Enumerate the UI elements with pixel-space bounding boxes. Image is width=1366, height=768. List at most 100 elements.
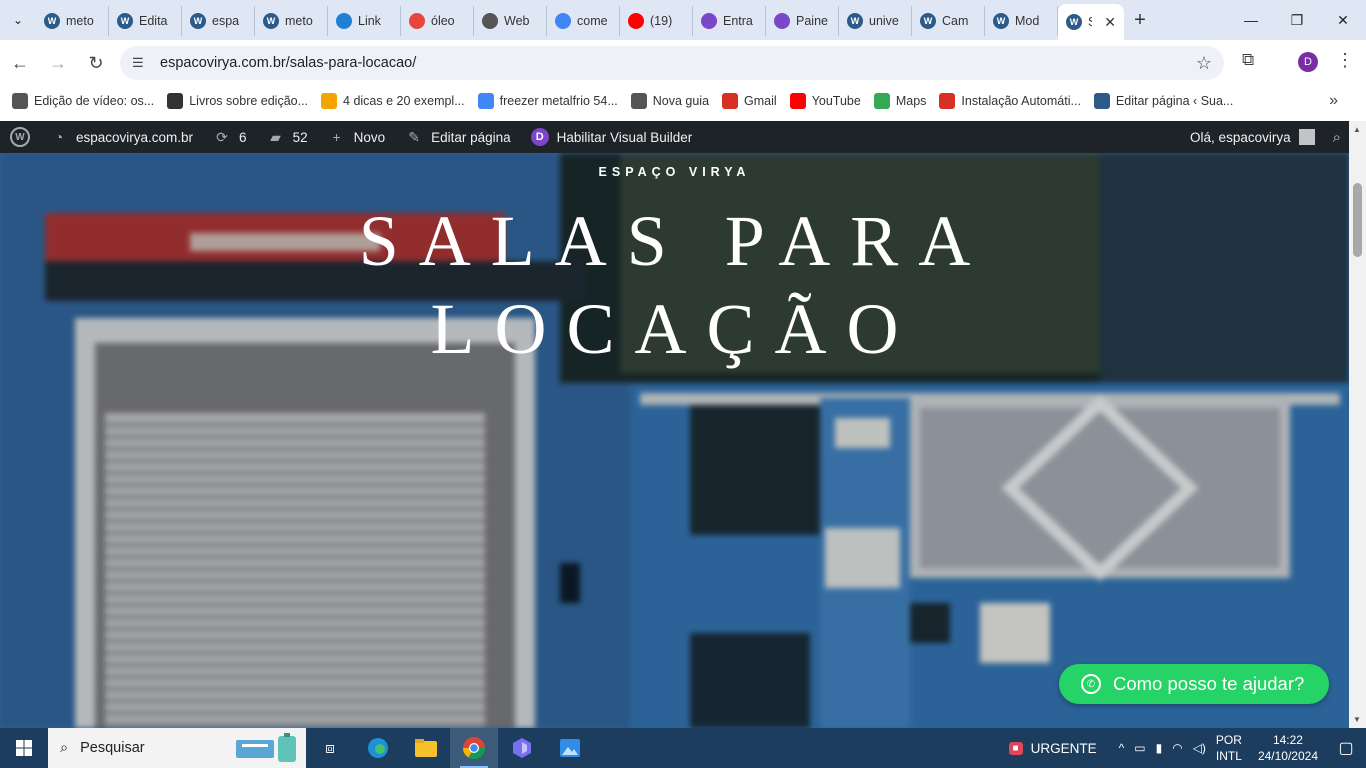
- news-widget[interactable]: ■ URGENTE: [1008, 741, 1097, 756]
- site-name-link[interactable]: ◔ espacovirya.com.br: [40, 121, 203, 153]
- tab-12[interactable]: W Cam: [912, 6, 985, 36]
- account-greeting[interactable]: Olá, espacovirya: [1190, 130, 1291, 145]
- tab-2[interactable]: Wespa: [182, 6, 255, 36]
- close-tab-icon[interactable]: ✕: [1104, 14, 1116, 31]
- wifi-icon[interactable]: ◠: [1172, 741, 1182, 755]
- globe-icon: [12, 93, 28, 109]
- bookmark-item[interactable]: Nova guia: [629, 93, 718, 109]
- comments-link[interactable]: ▰ 52: [257, 121, 318, 153]
- task-view-button[interactable]: ⧈: [306, 728, 354, 768]
- windows-icon: [16, 740, 32, 756]
- tab-0[interactable]: Wmeto: [36, 6, 109, 36]
- chrome-button[interactable]: [450, 728, 498, 768]
- page-scrollbar[interactable]: ▲ ▼: [1349, 121, 1366, 728]
- bookmark-item[interactable]: Editar página ‹ Sua...: [1092, 93, 1242, 109]
- bookmark-item[interactable]: Edição de vídeo: os...: [10, 93, 163, 109]
- search-icon[interactable]: ⌕: [1323, 129, 1349, 146]
- tab-13[interactable]: W Mod: [985, 6, 1058, 36]
- bookmark-item[interactable]: 4 dicas e 20 exempl...: [319, 93, 474, 109]
- whatsapp-chat-button[interactable]: ✆ Como posso te ajudar?: [1059, 664, 1329, 704]
- menu-icon[interactable]: ⋮: [1336, 50, 1354, 71]
- scroll-down-icon[interactable]: ▼: [1353, 715, 1361, 724]
- youtube-icon: [789, 93, 806, 109]
- tab-4[interactable]: Link: [328, 6, 401, 36]
- page-title-line-1: SALAS PARA: [358, 201, 991, 281]
- address-bar[interactable]: ☰ espacovirya.com.br/salas-para-locacao/…: [120, 46, 1224, 80]
- tab-9[interactable]: Entra: [693, 6, 766, 36]
- news-icon: ■: [1008, 741, 1023, 755]
- bookmarks-more-icon[interactable]: »: [1329, 92, 1338, 110]
- file-explorer-button[interactable]: [402, 728, 450, 768]
- extensions-icon[interactable]: ⧉: [1242, 50, 1254, 70]
- restore-button[interactable]: ❐: [1274, 0, 1320, 40]
- tab-10[interactable]: Paine: [766, 6, 839, 36]
- browser-toolbar: ← → ↻ ☰ espacovirya.com.br/salas-para-lo…: [0, 40, 1366, 86]
- travel-illustration-icon: [236, 733, 296, 762]
- wordpress-icon: W: [44, 13, 60, 29]
- google-icon: [477, 93, 494, 109]
- bookmarks-bar: Edição de vídeo: os... Livros sobre ediçã…: [0, 86, 1366, 116]
- start-button[interactable]: [0, 728, 48, 768]
- chevron-down-icon: ⌄: [12, 13, 24, 27]
- edit-page-link[interactable]: ✎ Editar página: [395, 121, 521, 153]
- tab-5[interactable]: óleo: [401, 6, 474, 36]
- chevron-up-icon[interactable]: ^: [1119, 741, 1125, 755]
- clock[interactable]: 14:22 24/10/2024: [1258, 732, 1318, 764]
- drive-icon: [409, 13, 425, 29]
- battery-icon[interactable]: ▮: [1156, 741, 1163, 755]
- search-icon: ⌕: [60, 740, 69, 756]
- tab-8[interactable]: (19): [620, 6, 693, 36]
- forward-button[interactable]: →: [40, 45, 76, 81]
- scroll-up-icon[interactable]: ▲: [1353, 125, 1361, 134]
- comment-icon: ▰: [270, 128, 281, 145]
- scroll-thumb[interactable]: [1353, 183, 1362, 257]
- tab-1[interactable]: W Edita: [109, 6, 182, 36]
- wp-logo-menu[interactable]: W: [0, 121, 40, 153]
- tab-3[interactable]: Wmeto: [255, 6, 328, 36]
- address-url[interactable]: espacovirya.com.br/salas-para-locacao/: [160, 55, 416, 71]
- tab-7[interactable]: come: [547, 6, 620, 36]
- meet-icon[interactable]: ▭: [1134, 741, 1145, 755]
- google-icon: [555, 13, 571, 29]
- wp-admin-right: Olá, espacovirya ⌕: [1190, 121, 1349, 153]
- gmail-icon: [939, 93, 956, 109]
- bookmark-item[interactable]: freezer metalfrio 54...: [476, 93, 627, 109]
- profile-avatar[interactable]: D: [1298, 52, 1318, 72]
- updates-link[interactable]: ⟳ 6: [203, 121, 257, 153]
- hero-subtitle: ESPAÇO VIRYA: [598, 165, 751, 179]
- bookmark-item[interactable]: Maps: [872, 93, 936, 109]
- new-tab-button[interactable]: +: [1124, 9, 1156, 32]
- reload-button[interactable]: ↻: [78, 45, 114, 81]
- bookmark-star-icon[interactable]: ☆: [1196, 53, 1212, 74]
- folder-icon: [415, 739, 437, 757]
- globe-icon: [630, 93, 647, 109]
- app-button[interactable]: [498, 728, 546, 768]
- edge-button[interactable]: [354, 728, 402, 768]
- system-tray: ■ URGENTE ^ ▭ ▮ ◠ ◁) POR INTL 14:22 24/1…: [1008, 728, 1366, 768]
- avatar[interactable]: [1298, 129, 1315, 145]
- visual-builder-link[interactable]: D Habilitar Visual Builder: [521, 121, 703, 153]
- bookmark-item[interactable]: Gmail: [720, 93, 786, 109]
- tab-11[interactable]: Wunive: [839, 6, 912, 36]
- bookmark-item[interactable]: Livros sobre edição...: [165, 93, 317, 109]
- wordpress-icon: W: [847, 13, 863, 29]
- edge-icon: [368, 738, 388, 758]
- close-window-button[interactable]: ✕: [1320, 0, 1366, 40]
- photos-button[interactable]: [546, 728, 594, 768]
- tab-search-button[interactable]: ⌄: [0, 0, 36, 40]
- wordpress-icon: W: [190, 13, 206, 29]
- input-language[interactable]: POR INTL: [1216, 732, 1242, 764]
- tab-strip: ⌄ Wmeto W Edita Wespa Wmeto Link óleo Web come (1…: [0, 0, 1366, 40]
- volume-icon[interactable]: ◁): [1193, 741, 1206, 755]
- tab-active[interactable]: W S ✕: [1058, 4, 1124, 40]
- notifications-icon[interactable]: ▢: [1332, 738, 1360, 758]
- bookmark-item[interactable]: YouTube: [788, 93, 870, 109]
- back-button[interactable]: ←: [2, 45, 38, 81]
- minimize-button[interactable]: —: [1228, 0, 1274, 40]
- new-content-link[interactable]: + Novo: [318, 121, 396, 153]
- tab-6[interactable]: Web: [474, 6, 547, 36]
- taskbar-search-box[interactable]: ⌕ Pesquisar: [48, 728, 306, 768]
- bookmark-item[interactable]: Instalação Automáti...: [937, 93, 1090, 109]
- site-info-icon[interactable]: ☰: [132, 55, 156, 71]
- wordpress-icon: W: [1066, 14, 1082, 30]
